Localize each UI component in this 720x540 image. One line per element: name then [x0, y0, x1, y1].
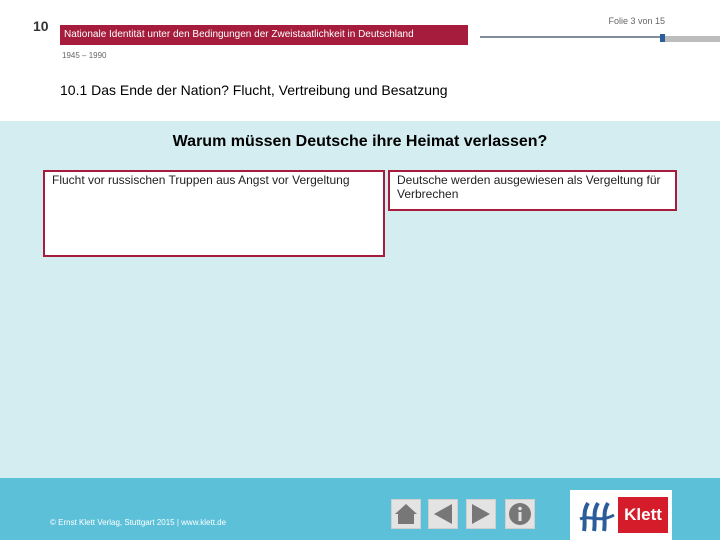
klett-logo-mark-icon — [579, 501, 615, 532]
home-icon — [395, 504, 417, 524]
content-area: Warum müssen Deutsche ihre Heimat verlas… — [0, 121, 720, 478]
period-label: 1945 – 1990 — [62, 51, 107, 60]
next-button[interactable] — [466, 499, 496, 529]
klett-logo-text: Klett — [618, 497, 668, 533]
next-icon — [472, 504, 490, 524]
previous-button[interactable] — [428, 499, 458, 529]
slide-counter: Folie 3 von 15 — [608, 16, 665, 26]
previous-icon — [434, 504, 452, 524]
header-title: Nationale Identität unter den Bedingunge… — [64, 29, 414, 40]
info-button[interactable] — [505, 499, 535, 529]
copyright-text: © Ernst Klett Verlag, Stuttgart 2015 | w… — [50, 518, 227, 527]
header-divider — [480, 36, 660, 38]
header-title-bar: Nationale Identität unter den Bedingunge… — [60, 25, 468, 45]
section-title: 10.1 Das Ende der Nation? Flucht, Vertre… — [60, 82, 448, 98]
header-divider-end — [665, 36, 720, 42]
footer: © Ernst Klett Verlag, Stuttgart 2015 | w… — [0, 478, 720, 540]
question-heading: Warum müssen Deutsche ihre Heimat verlas… — [172, 133, 548, 150]
klett-logo: Klett — [570, 490, 672, 540]
answer-box-left[interactable]: Flucht vor russischen Truppen aus Angst … — [43, 170, 385, 257]
info-icon — [509, 503, 531, 525]
home-button[interactable] — [391, 499, 421, 529]
answer-box-right[interactable]: Deutsche werden ausgewiesen als Vergeltu… — [388, 170, 677, 211]
chapter-number: 10 — [33, 18, 49, 34]
